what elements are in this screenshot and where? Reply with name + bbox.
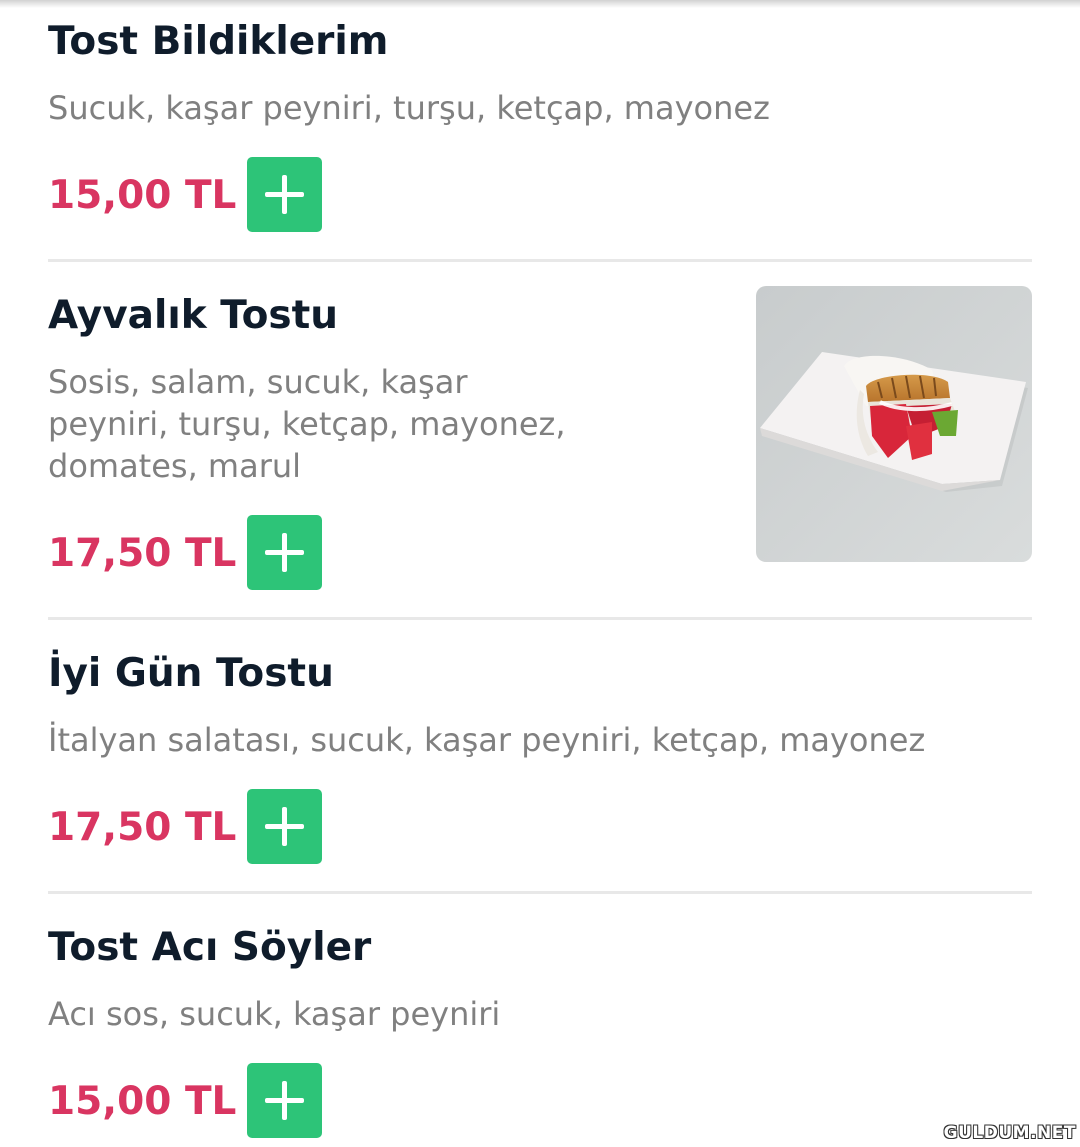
menu-item[interactable]: İyi Gün Tostu İtalyan salatası, sucuk, k… [48,620,1032,890]
add-to-cart-button[interactable] [247,1063,322,1138]
item-description-line: domates, marul [48,447,302,485]
plus-icon [247,157,322,232]
item-price: 17,50 TL [48,805,237,850]
item-price: 15,00 TL [48,1079,237,1124]
item-description-line: Sosis, salam, sucuk, kaşar [48,363,468,401]
add-to-cart-button[interactable] [247,789,322,864]
item-description: Sosis, salam, sucuk, kaşar peyniri, turş… [48,361,688,487]
item-price: 17,50 TL [48,531,237,576]
plus-icon [247,789,322,864]
menu-item[interactable]: Tost Bildiklerim Sucuk, kaşar peyniri, t… [48,0,1032,258]
item-description: Sucuk, kaşar peyniri, turşu, ketçap, may… [48,89,770,127]
item-description: Acı sos, sucuk, kaşar peyniri [48,995,501,1033]
item-name: Tost Bildiklerim [48,19,389,64]
item-image[interactable] [756,286,1032,562]
item-description: İtalyan salatası, sucuk, kaşar peyniri, … [48,721,926,759]
add-to-cart-button[interactable] [247,515,322,590]
item-description-line: peyniri, turşu, ketçap, mayonez, [48,405,566,443]
toast-sandwich-image [756,286,1032,562]
watermark: GULDUM.NET [943,1123,1076,1143]
add-to-cart-button[interactable] [247,157,322,232]
menu-item[interactable]: Tost Acı Söyler Acı sos, sucuk, kaşar pe… [48,894,1032,1147]
item-name: Tost Acı Söyler [48,925,372,970]
item-name: Ayvalık Tostu [48,293,339,338]
item-name: İyi Gün Tostu [48,651,334,696]
item-price: 15,00 TL [48,173,237,218]
plus-icon [247,515,322,590]
plus-icon [247,1063,322,1138]
